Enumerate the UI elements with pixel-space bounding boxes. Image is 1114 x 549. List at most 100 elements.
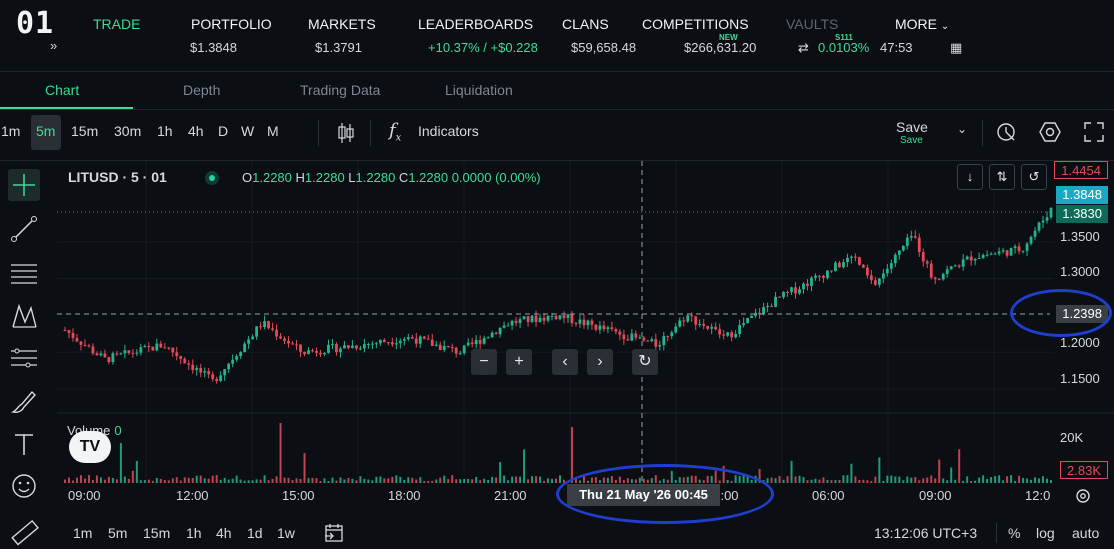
candle-body xyxy=(307,350,310,355)
candle-body xyxy=(782,291,785,298)
range-15m[interactable]: 15m xyxy=(143,525,170,541)
candle-body xyxy=(259,326,263,328)
brush-icon[interactable] xyxy=(8,386,40,418)
percent-scale-toggle[interactable]: % xyxy=(1008,525,1020,541)
candle-body xyxy=(993,253,997,255)
nav-vaults[interactable]: VAULTS xyxy=(786,16,838,32)
download-icon[interactable]: ↓ xyxy=(957,164,983,190)
volume-bar xyxy=(930,475,933,483)
reset-chart-button[interactable]: ↻ xyxy=(632,349,658,375)
emoji-icon[interactable] xyxy=(8,470,40,502)
projection-icon[interactable] xyxy=(8,342,40,374)
volume-bar xyxy=(143,480,146,483)
tab-depth[interactable]: Depth xyxy=(183,82,220,98)
timeframe-5m[interactable]: 5m xyxy=(36,123,55,139)
text-icon[interactable] xyxy=(8,428,40,460)
nav-markets[interactable]: MARKETS xyxy=(308,16,376,32)
range-1m[interactable]: 1m xyxy=(73,525,92,541)
volume-bar xyxy=(487,479,490,483)
volume-bar xyxy=(1034,477,1037,483)
tab-liquidation[interactable]: Liquidation xyxy=(445,82,513,98)
alert-clock-icon[interactable] xyxy=(996,121,1018,143)
save-button[interactable]: Save xyxy=(896,119,928,135)
candle-body xyxy=(642,337,646,341)
indicators-button[interactable]: Indicators xyxy=(418,123,479,139)
settings-icon[interactable] xyxy=(1039,121,1061,143)
candle-body xyxy=(107,357,111,363)
tab-trading-data[interactable]: Trading Data xyxy=(300,82,380,98)
timeframe-30m[interactable]: 30m xyxy=(114,123,141,139)
auto-scale-toggle[interactable]: auto xyxy=(1072,525,1099,541)
collapse-icon[interactable]: ⇅ xyxy=(989,164,1015,190)
candle-body xyxy=(466,342,470,346)
expand-icon[interactable]: » xyxy=(50,40,57,53)
candle-body xyxy=(215,378,219,382)
candle-body xyxy=(746,317,750,324)
range-4h[interactable]: 4h xyxy=(216,525,232,541)
volume-bar xyxy=(431,480,434,483)
nav-competitions[interactable]: COMPETITIONS xyxy=(642,16,749,32)
candle-body xyxy=(602,325,606,330)
timeframe-15m[interactable]: 15m xyxy=(71,123,98,139)
refresh-icon[interactable]: ↺ xyxy=(1021,164,1047,190)
candle-body xyxy=(530,315,534,322)
nav-portfolio[interactable]: PORTFOLIO xyxy=(191,16,272,32)
candle-body xyxy=(355,345,358,349)
goto-date-icon[interactable] xyxy=(323,522,345,544)
candle-body xyxy=(1001,250,1005,252)
range-1h[interactable]: 1h xyxy=(186,525,202,541)
candle-body xyxy=(897,250,901,255)
timeframe-w[interactable]: W xyxy=(241,123,254,139)
scroll-left-button[interactable]: ‹ xyxy=(552,349,578,375)
nav-more[interactable]: MORE ⌄ xyxy=(895,16,949,32)
volume-bar xyxy=(327,480,330,483)
tradingview-logo[interactable]: TV xyxy=(69,431,111,463)
utc-clock[interactable]: 13:12:06 UTC+3 xyxy=(874,525,977,541)
volume-bar xyxy=(942,478,945,483)
pattern-icon[interactable] xyxy=(8,300,40,332)
crosshair-icon[interactable] xyxy=(8,169,40,201)
candle-body xyxy=(682,320,686,322)
app-logo[interactable]: 01 xyxy=(16,6,54,41)
log-scale-toggle[interactable]: log xyxy=(1036,525,1055,541)
zoom-out-button[interactable]: − xyxy=(471,349,497,375)
nav-clans[interactable]: CLANS xyxy=(562,16,609,32)
axis-settings-icon[interactable] xyxy=(1074,487,1092,505)
volume-bar xyxy=(850,463,853,483)
volume-bar xyxy=(439,477,442,483)
trendline-icon[interactable] xyxy=(8,213,40,245)
range-1d[interactable]: 1d xyxy=(247,525,263,541)
candles-icon[interactable] xyxy=(336,121,356,145)
candle-body xyxy=(881,273,885,279)
candle-body xyxy=(147,345,151,347)
fib-levels-icon[interactable] xyxy=(8,257,40,289)
price-change: +10.37% / +$0.228 xyxy=(428,40,538,55)
function-icon[interactable]: fx xyxy=(389,120,401,144)
volume-bar xyxy=(247,480,250,483)
timeframe-d[interactable]: D xyxy=(218,123,228,139)
timeframe-1m[interactable]: 1m xyxy=(1,123,20,139)
range-5m[interactable]: 5m xyxy=(108,525,127,541)
scroll-right-button[interactable]: › xyxy=(587,349,613,375)
symbol-legend[interactable]: LITUSD · 5 · 01 xyxy=(68,169,167,185)
candle-body xyxy=(610,327,614,330)
timeframe-1h[interactable]: 1h xyxy=(157,123,173,139)
zoom-in-button[interactable]: + xyxy=(506,349,532,375)
range-1w[interactable]: 1w xyxy=(277,525,295,541)
candle-body xyxy=(1005,250,1009,256)
nav-leaderboards[interactable]: LEADERBOARDS xyxy=(418,16,533,32)
volume-bar xyxy=(299,478,302,483)
candle-body xyxy=(566,314,570,319)
volume-bar xyxy=(922,478,925,483)
tab-chart[interactable]: Chart xyxy=(45,82,79,98)
timeframe-m[interactable]: M xyxy=(267,123,279,139)
fullscreen-icon[interactable] xyxy=(1083,121,1105,143)
candle-body xyxy=(103,353,107,358)
volume-bar xyxy=(495,477,498,483)
nav-trade[interactable]: TRADE xyxy=(93,16,140,32)
timeframe-4h[interactable]: 4h xyxy=(188,123,204,139)
candle-body xyxy=(766,305,769,308)
volume-bar xyxy=(307,478,310,483)
chevron-down-icon[interactable]: ⌄ xyxy=(957,122,967,136)
candle-body xyxy=(941,273,945,280)
